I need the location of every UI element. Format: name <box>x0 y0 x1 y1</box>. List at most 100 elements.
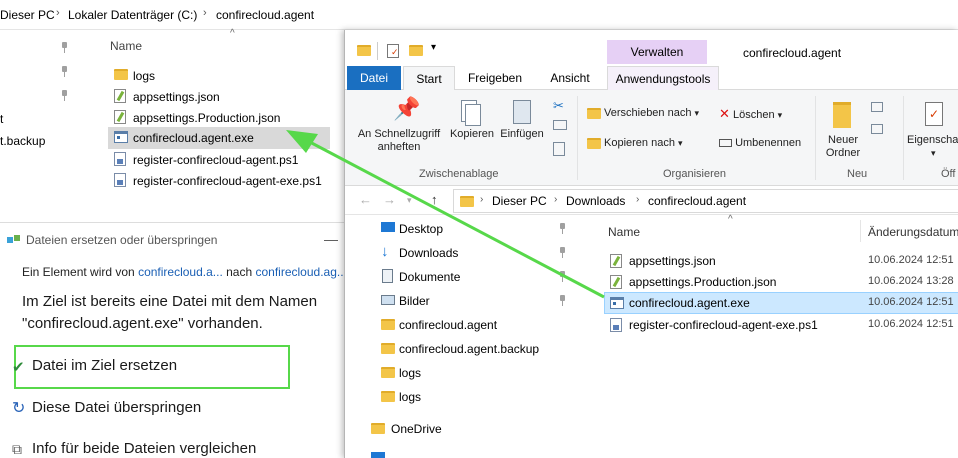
table-row[interactable]: appsettings.Production.json 10.06.2024 1… <box>604 272 958 292</box>
rename-label: Umbenennen <box>735 137 802 149</box>
breadcrumb-confirecloud-agent[interactable]: confirecloud.agent <box>648 194 746 208</box>
nav-item-desktop[interactable]: Desktop <box>345 218 585 238</box>
file-name: appsettings.Production.json <box>629 275 777 289</box>
up-arrow-icon[interactable]: ↑ <box>431 192 438 207</box>
nav-item-partial[interactable]: t <box>0 112 3 126</box>
new-folder-icon[interactable] <box>409 45 423 56</box>
recent-dropdown-icon[interactable]: ▾ <box>407 195 412 206</box>
list-item[interactable]: appsettings.json <box>108 87 348 107</box>
pictures-icon <box>381 295 395 305</box>
table-row[interactable]: appsettings.json 10.06.2024 12:51 <box>604 251 958 271</box>
breadcrumb-separator-icon: › <box>203 7 207 19</box>
tab-start[interactable]: Start <box>403 66 455 91</box>
table-row-selected[interactable]: confirecloud.agent.exe 10.06.2024 12:51 <box>604 292 958 314</box>
copy-button[interactable]: Kopieren <box>447 98 497 141</box>
context-tab-header: Verwalten <box>607 40 707 64</box>
tab-ansicht[interactable]: Ansicht <box>541 66 599 90</box>
background-address-bar[interactable]: Dieser PC › Lokaler Datenträger (C:) › c… <box>0 0 958 30</box>
cut-icon[interactable]: ✂ <box>553 98 564 114</box>
folder-icon <box>381 343 395 354</box>
breadcrumb-dieser-pc[interactable]: Dieser PC <box>492 194 547 208</box>
delete-label: Löschen <box>732 109 775 121</box>
new-item-icon[interactable] <box>871 102 883 112</box>
breadcrumb-confirecloud-agent[interactable]: confirecloud.agent <box>216 8 314 22</box>
skip-option-label: Diese Datei überspringen <box>32 399 202 416</box>
breadcrumb-c-drive[interactable]: Lokaler Datenträger (C:) <box>68 8 197 22</box>
folder-icon <box>381 319 395 330</box>
copy-to-button[interactable]: Kopieren nach ▾ <box>587 137 683 149</box>
group-open-label: Öff <box>941 168 956 180</box>
desktop-icon <box>381 222 395 232</box>
column-header-date[interactable]: Änderungsdatum <box>868 225 958 239</box>
nav-item-folder[interactable]: logs <box>345 386 585 406</box>
skip-arrow-icon: ↻ <box>12 400 26 417</box>
source-folder-link[interactable]: confirecloud.a... <box>138 265 223 279</box>
breadcrumb-separator-icon: › <box>56 7 60 19</box>
pin-to-quick-access-button[interactable]: 📌 An Schnellzugriff anheften <box>351 98 447 154</box>
new-folder-icon <box>833 102 851 128</box>
back-arrow-icon[interactable]: ← <box>359 192 372 207</box>
file-name: confirecloud.agent.exe <box>629 296 750 310</box>
address-path[interactable]: › Dieser PC › Downloads › confirecloud.a… <box>453 189 958 213</box>
compare-files-option[interactable]: ⧉ Info für beide Dateien vergleichen <box>12 440 257 457</box>
delete-button[interactable]: ✕ Löschen ▾ <box>719 106 782 122</box>
nav-item-partial-backup[interactable]: t.backup <box>0 134 45 148</box>
breadcrumb-downloads[interactable]: Downloads <box>566 194 625 208</box>
skip-file-option[interactable]: ↻ Diese Datei überspringen <box>12 399 202 417</box>
dropdown-arrow-icon: ▾ <box>678 138 683 148</box>
file-date: 10.06.2024 12:51 <box>868 296 954 308</box>
this-pc-icon <box>371 452 385 458</box>
column-header-name[interactable]: Name <box>608 225 640 239</box>
copy-path-icon[interactable] <box>553 120 567 130</box>
qat-dropdown-icon[interactable]: ▾ <box>431 42 436 53</box>
replace-file-option[interactable]: ✔ Datei im Ziel ersetzen <box>12 357 177 376</box>
pin-label-line1: An Schnellzugriff <box>357 128 441 140</box>
address-bar: ← → ▾ ↑ › Dieser PC › Downloads › confir… <box>345 187 958 215</box>
move-to-button[interactable]: Verschieben nach ▾ <box>587 107 699 119</box>
rename-button[interactable]: Umbenennen <box>719 137 801 149</box>
forward-arrow-icon[interactable]: → <box>383 192 396 207</box>
pin-icon: 📌 <box>393 96 421 121</box>
dropdown-arrow-icon: ▾ <box>777 110 783 120</box>
table-row[interactable]: register-confirecloud-agent-exe.ps1 10.0… <box>604 315 958 335</box>
ps1-file-icon <box>114 152 126 166</box>
group-clipboard-label: Zwischenablage <box>419 168 499 180</box>
dropdown-arrow-icon: ▾ <box>931 148 936 158</box>
nav-item-downloads[interactable]: ↓ Downloads <box>345 242 585 262</box>
nav-item-folder[interactable]: confirecloud.agent.backup <box>345 338 585 358</box>
new-folder-button[interactable]: Neuer Ordner <box>819 98 867 160</box>
properties-icon[interactable]: ✓ <box>387 44 399 58</box>
nav-item-documents[interactable]: Dokumente <box>345 266 585 286</box>
copy-label: Kopieren <box>449 128 495 140</box>
easy-access-icon[interactable] <box>871 124 883 134</box>
file-date: 10.06.2024 12:51 <box>868 254 954 266</box>
nav-item-pictures[interactable]: Bilder <box>345 290 585 310</box>
pin-icon <box>558 247 567 258</box>
nav-item-folder[interactable]: logs <box>345 362 585 382</box>
tab-anwendungstools[interactable]: Anwendungstools <box>607 66 719 90</box>
copy-icon-back <box>465 104 481 126</box>
minimize-button[interactable]: — <box>324 231 338 247</box>
source-line-mid: nach <box>222 265 256 279</box>
nav-label: confirecloud.agent <box>399 318 498 332</box>
list-item[interactable]: logs <box>108 66 348 86</box>
tab-datei[interactable]: Datei <box>347 66 401 90</box>
column-header-name[interactable]: Name <box>110 39 142 53</box>
tab-freigeben[interactable]: Freigeben <box>461 66 529 90</box>
list-item[interactable]: appsettings.Production.json <box>108 108 348 128</box>
properties-button[interactable]: ✓ Eigenscha ▾ <box>905 98 958 160</box>
nav-label: OneDrive <box>391 422 442 436</box>
paste-shortcut-icon[interactable] <box>553 142 565 156</box>
list-item[interactable]: register-confirecloud-agent-exe.ps1 <box>108 171 348 191</box>
list-item-selected[interactable]: confirecloud.agent.exe <box>108 127 330 149</box>
column-divider[interactable] <box>860 220 861 242</box>
source-line-prefix: Ein Element wird von <box>22 265 139 279</box>
breadcrumb-dieser-pc[interactable]: Dieser PC <box>0 8 55 22</box>
documents-icon <box>382 269 393 283</box>
list-item[interactable]: register-confirecloud-agent.ps1 <box>108 150 348 170</box>
nav-item-onedrive[interactable]: OneDrive <box>345 418 585 438</box>
compare-option-label: Info für beide Dateien vergleichen <box>32 440 257 457</box>
destination-folder-link[interactable]: confirecloud.ag... <box>255 265 346 279</box>
nav-item-folder[interactable]: confirecloud.agent <box>345 314 585 334</box>
paste-button[interactable]: Einfügen <box>497 98 547 141</box>
